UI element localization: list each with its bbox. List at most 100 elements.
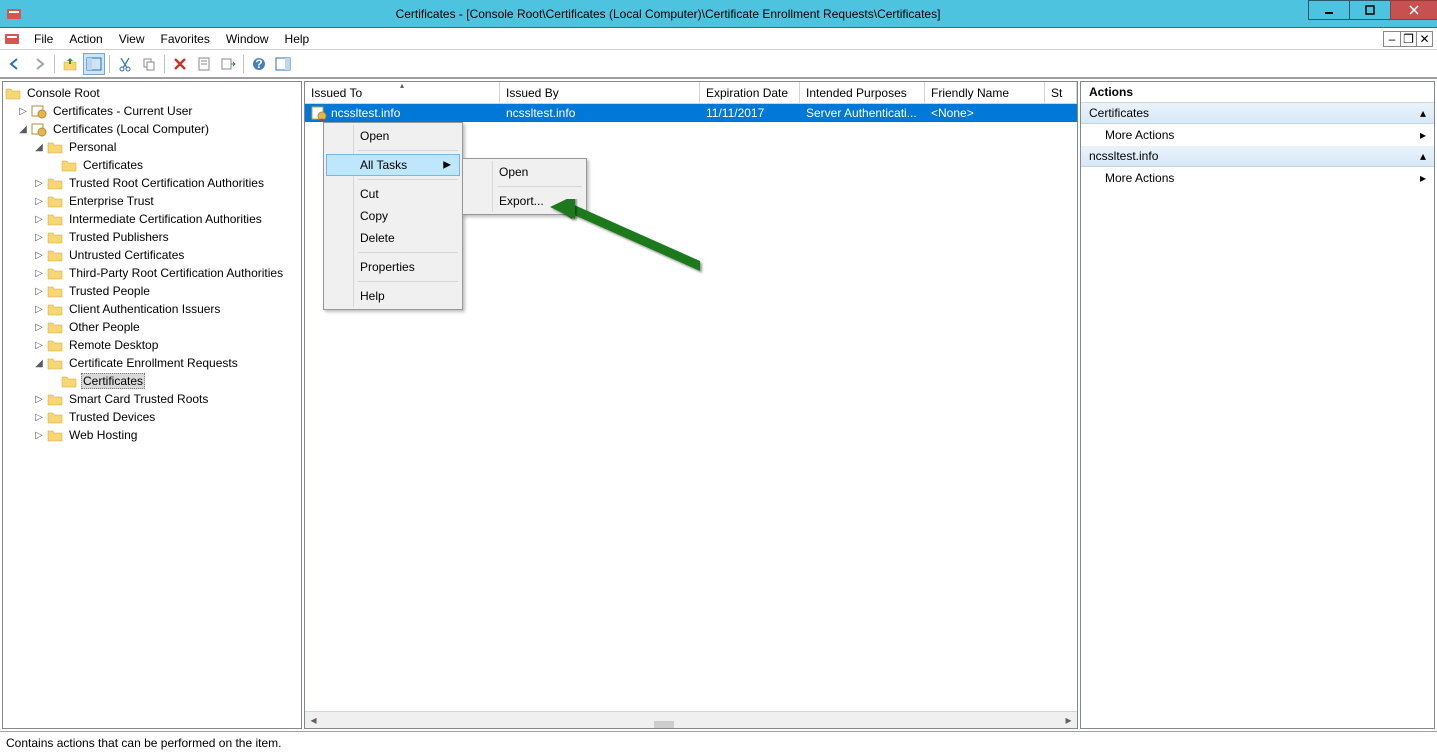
col-purposes[interactable]: Intended Purposes (800, 82, 925, 103)
folder-icon (47, 409, 63, 425)
ctx-properties[interactable]: Properties (326, 256, 460, 278)
nav-back-button[interactable] (4, 53, 26, 75)
ctx-help[interactable]: Help (326, 285, 460, 307)
ctx-all-tasks[interactable]: All Tasks▶ (326, 154, 460, 176)
nav-forward-button[interactable] (28, 53, 50, 75)
copy-button[interactable] (138, 53, 160, 75)
col-status[interactable]: St (1045, 82, 1077, 103)
tree-console-root[interactable]: Console Root (3, 84, 301, 102)
actions-header: Actions (1081, 82, 1434, 103)
tree-smart-card-trusted-roots[interactable]: ▷Smart Card Trusted Roots (3, 390, 301, 408)
menu-help[interactable]: Help (277, 30, 318, 48)
tree-intermediate-ca[interactable]: ▷Intermediate Certification Authorities (3, 210, 301, 228)
collapse-toggle[interactable]: ◢ (33, 357, 45, 369)
up-level-button[interactable] (59, 53, 81, 75)
tree-pane[interactable]: Console Root ▷ Certificates - Current Us… (2, 81, 302, 729)
ctx-open[interactable]: Open (326, 125, 460, 147)
ctx-delete[interactable]: Delete (326, 227, 460, 249)
menu-action[interactable]: Action (61, 30, 110, 48)
toolbar: ? (0, 50, 1437, 78)
cut-button[interactable] (114, 53, 136, 75)
tree-enterprise-trust[interactable]: ▷Enterprise Trust (3, 192, 301, 210)
mdi-close[interactable]: ✕ (1416, 32, 1432, 46)
collapse-toggle[interactable]: ◢ (17, 123, 29, 135)
expand-toggle[interactable]: ▷ (33, 285, 45, 297)
close-button[interactable] (1390, 0, 1437, 20)
tree-trusted-publishers[interactable]: ▷Trusted Publishers (3, 228, 301, 246)
expand-toggle[interactable]: ▷ (33, 411, 45, 423)
col-issued-to[interactable]: Issued To▴ (305, 82, 500, 103)
expand-toggle[interactable]: ▷ (33, 267, 45, 279)
folder-icon (47, 301, 63, 317)
maximize-button[interactable] (1349, 0, 1391, 20)
tree-trusted-people[interactable]: ▷Trusted People (3, 282, 301, 300)
sort-asc-icon: ▴ (400, 81, 404, 90)
tree-client-auth-issuers[interactable]: ▷Client Authentication Issuers (3, 300, 301, 318)
help-button[interactable]: ? (248, 53, 270, 75)
cell-issued-to: ncssltest.info (331, 106, 400, 120)
actions-group-selected-cert[interactable]: ncssltest.info ▴ (1081, 146, 1434, 167)
folder-icon (47, 319, 63, 335)
menu-window[interactable]: Window (218, 30, 277, 48)
tree-personal[interactable]: ◢ Personal (3, 138, 301, 156)
scroll-right-button[interactable]: ▸ (1060, 712, 1077, 729)
tree-trusted-root-ca[interactable]: ▷Trusted Root Certification Authorities (3, 174, 301, 192)
tree-untrusted-certs[interactable]: ▷Untrusted Certificates (3, 246, 301, 264)
collapse-toggle[interactable]: ◢ (33, 141, 45, 153)
col-expiration[interactable]: Expiration Date (700, 82, 800, 103)
expand-toggle[interactable]: ▷ (17, 105, 29, 117)
folder-icon (47, 175, 63, 191)
show-hide-tree-button[interactable] (83, 53, 105, 75)
expand-toggle[interactable]: ▷ (33, 339, 45, 351)
scroll-thumb[interactable] (654, 721, 674, 729)
ctx-sub-open[interactable]: Open (465, 161, 584, 183)
col-friendly[interactable]: Friendly Name (925, 82, 1045, 103)
tree-cert-enrollment-requests[interactable]: ◢Certificate Enrollment Requests (3, 354, 301, 372)
tree-personal-certs[interactable]: Certificates (3, 156, 301, 174)
tree-other-people[interactable]: ▷Other People (3, 318, 301, 336)
col-issued-by[interactable]: Issued By (500, 82, 700, 103)
menu-view[interactable]: View (111, 30, 153, 48)
ctx-copy[interactable]: Copy (326, 205, 460, 227)
expand-toggle[interactable]: ▷ (33, 249, 45, 261)
folder-icon (47, 229, 63, 245)
expand-toggle[interactable]: ▷ (33, 213, 45, 225)
horizontal-scrollbar[interactable]: ◂ ▸ (305, 711, 1077, 728)
menubar: File Action View Favorites Window Help ‒… (0, 28, 1437, 50)
expand-toggle[interactable]: ▷ (33, 303, 45, 315)
mmc-doc-icon (4, 31, 20, 47)
tree-remote-desktop[interactable]: ▷Remote Desktop (3, 336, 301, 354)
list-row[interactable]: ncssltest.info ncssltest.info 11/11/2017… (305, 104, 1077, 122)
tree-cer-certs[interactable]: Certificates (3, 372, 301, 390)
expand-toggle[interactable]: ▷ (33, 231, 45, 243)
menu-file[interactable]: File (26, 30, 61, 48)
certificate-icon (311, 105, 327, 121)
actions-more-selected-cert[interactable]: More Actions ▸ (1081, 167, 1434, 189)
ctx-sub-export[interactable]: Export... (465, 190, 584, 212)
expand-toggle[interactable]: ▷ (33, 195, 45, 207)
export-list-button[interactable] (217, 53, 239, 75)
minimize-button[interactable] (1308, 0, 1350, 20)
actions-more-certificates[interactable]: More Actions ▸ (1081, 124, 1434, 146)
properties-button[interactable] (193, 53, 215, 75)
tree-cert-current-user[interactable]: ▷ Certificates - Current User (3, 102, 301, 120)
actions-group-certificates[interactable]: Certificates ▴ (1081, 103, 1434, 124)
mdi-minimize[interactable]: ‒ (1384, 32, 1400, 46)
expand-toggle[interactable]: ▷ (33, 393, 45, 405)
tree-web-hosting[interactable]: ▷Web Hosting (3, 426, 301, 444)
mdi-restore[interactable]: ❐ (1400, 32, 1416, 46)
menu-favorites[interactable]: Favorites (153, 30, 218, 48)
tree-third-party-root-ca[interactable]: ▷Third-Party Root Certification Authorit… (3, 264, 301, 282)
expand-toggle[interactable]: ▷ (33, 177, 45, 189)
ctx-cut[interactable]: Cut (326, 183, 460, 205)
expand-toggle[interactable]: ▷ (33, 429, 45, 441)
show-hide-action-pane-button[interactable] (272, 53, 294, 75)
scroll-left-button[interactable]: ◂ (305, 712, 322, 729)
status-text: Contains actions that can be performed o… (6, 736, 282, 750)
tree-cert-local-computer[interactable]: ◢ Certificates (Local Computer) (3, 120, 301, 138)
expand-toggle[interactable]: ▷ (33, 321, 45, 333)
delete-button[interactable] (169, 53, 191, 75)
cell-purposes: Server Authenticati... (800, 106, 925, 120)
list-body[interactable]: ncssltest.info ncssltest.info 11/11/2017… (305, 104, 1077, 711)
tree-trusted-devices[interactable]: ▷Trusted Devices (3, 408, 301, 426)
